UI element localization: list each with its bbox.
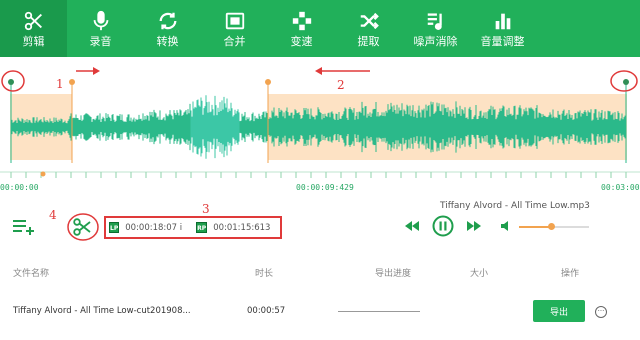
tool-denoise[interactable]: 噪声消除 — [402, 0, 469, 57]
time-start-label: 00:00:00 — [0, 183, 39, 192]
main-toolbar: 剪辑 录音 转换 合并 变速 提取 噪声消除 音量调整 — [0, 0, 640, 57]
audio-editor: 剪辑 录音 转换 合并 变速 提取 噪声消除 音量调整 1 2 00:00:00… — [0, 0, 640, 340]
export-button[interactable]: 导出 — [533, 300, 585, 322]
arrow-left-head — [315, 67, 322, 75]
tool-speed[interactable]: 变速 — [268, 0, 335, 57]
time-range-box: LP 00:00:18:07 i RP 00:01:15:613 — [104, 216, 282, 239]
time-end-label: 00:03:00 — [601, 183, 640, 192]
annotation-2: 2 — [337, 78, 345, 92]
tool-volume[interactable]: 音量调整 — [469, 0, 536, 57]
playhead-marker[interactable] — [40, 171, 46, 177]
tool-label: 录音 — [89, 34, 112, 48]
header-filename: 文件名称 — [13, 269, 50, 279]
shuffle-icon — [360, 12, 379, 29]
lp-tag: LP — [109, 222, 120, 233]
waveform-panel[interactable]: 1 2 00:00:00 00:00:09:429 00:03:00 — [0, 57, 640, 197]
song-title: Tiffany Alvord - All Time Low.mp3 — [440, 201, 590, 211]
tool-convert[interactable]: 转换 — [134, 0, 201, 57]
tool-label: 噪声消除 — [413, 34, 458, 48]
arrow-right-head — [93, 67, 100, 75]
lp-time-input[interactable]: 00:00:18:07 i — [125, 223, 182, 233]
tool-label: 转换 — [156, 34, 179, 48]
tool-label: 音量调整 — [480, 34, 525, 48]
annotation-1: 1 — [56, 77, 64, 91]
rp-tag: RP — [196, 222, 208, 233]
music-note-icon — [427, 12, 442, 30]
scissors-icon — [24, 11, 42, 30]
cut-button[interactable] — [66, 212, 100, 242]
add-file-icon[interactable] — [13, 219, 35, 235]
more-options-button[interactable]: ··· — [595, 306, 607, 318]
volume-slider[interactable] — [519, 223, 589, 230]
tool-label: 提取 — [357, 34, 380, 48]
control-row: 4 3 LP 00:00:18:07 i RP 00:01:15:613 Tif… — [0, 197, 640, 257]
tool-record[interactable]: 录音 — [67, 0, 134, 57]
bar-chart-icon — [495, 13, 510, 29]
header-duration: 时长 — [255, 269, 274, 279]
tool-cut[interactable]: 剪辑 — [0, 0, 67, 57]
annotation-4: 4 — [49, 208, 57, 222]
row-filename: Tiffany Alvord - All Time Low-cut201908.… — [13, 306, 191, 316]
rewind-icon[interactable] — [404, 220, 420, 232]
rp-time-input[interactable]: 00:01:15:613 — [213, 223, 270, 233]
waveform-canvas[interactable] — [0, 57, 640, 197]
scissors-icon — [73, 218, 91, 236]
tool-label: 剪辑 — [22, 34, 45, 48]
tool-label: 合并 — [223, 34, 246, 48]
header-progress: 导出进度 — [375, 269, 412, 279]
row-progress-bar — [338, 311, 420, 312]
tool-merge[interactable]: 合并 — [201, 0, 268, 57]
volume-slider-fill — [519, 226, 551, 228]
timeline-ticks — [10, 172, 627, 178]
right-point-handle[interactable] — [265, 79, 271, 85]
fast-forward-icon[interactable] — [466, 220, 482, 232]
file-table-header: 文件名称 时长 导出进度 大小 操作 — [0, 262, 640, 282]
left-point-handle[interactable] — [69, 79, 75, 85]
header-action: 操作 — [561, 269, 580, 279]
pause-button[interactable] — [432, 215, 454, 237]
volume-icon[interactable] — [500, 220, 512, 232]
tool-label: 变速 — [290, 34, 313, 48]
time-mid-label: 00:00:09:429 — [296, 183, 354, 192]
row-duration: 00:00:57 — [247, 306, 286, 316]
tool-extract[interactable]: 提取 — [335, 0, 402, 57]
annotation-3: 3 — [202, 202, 210, 216]
header-size: 大小 — [470, 269, 489, 279]
refresh-icon — [159, 12, 176, 29]
volume-slider-knob[interactable] — [547, 223, 555, 230]
end-marker-handle[interactable] — [623, 79, 629, 85]
gamepad-icon — [292, 11, 311, 30]
microphone-icon — [93, 10, 108, 30]
merge-icon — [225, 12, 244, 29]
start-marker-handle[interactable] — [8, 79, 14, 85]
